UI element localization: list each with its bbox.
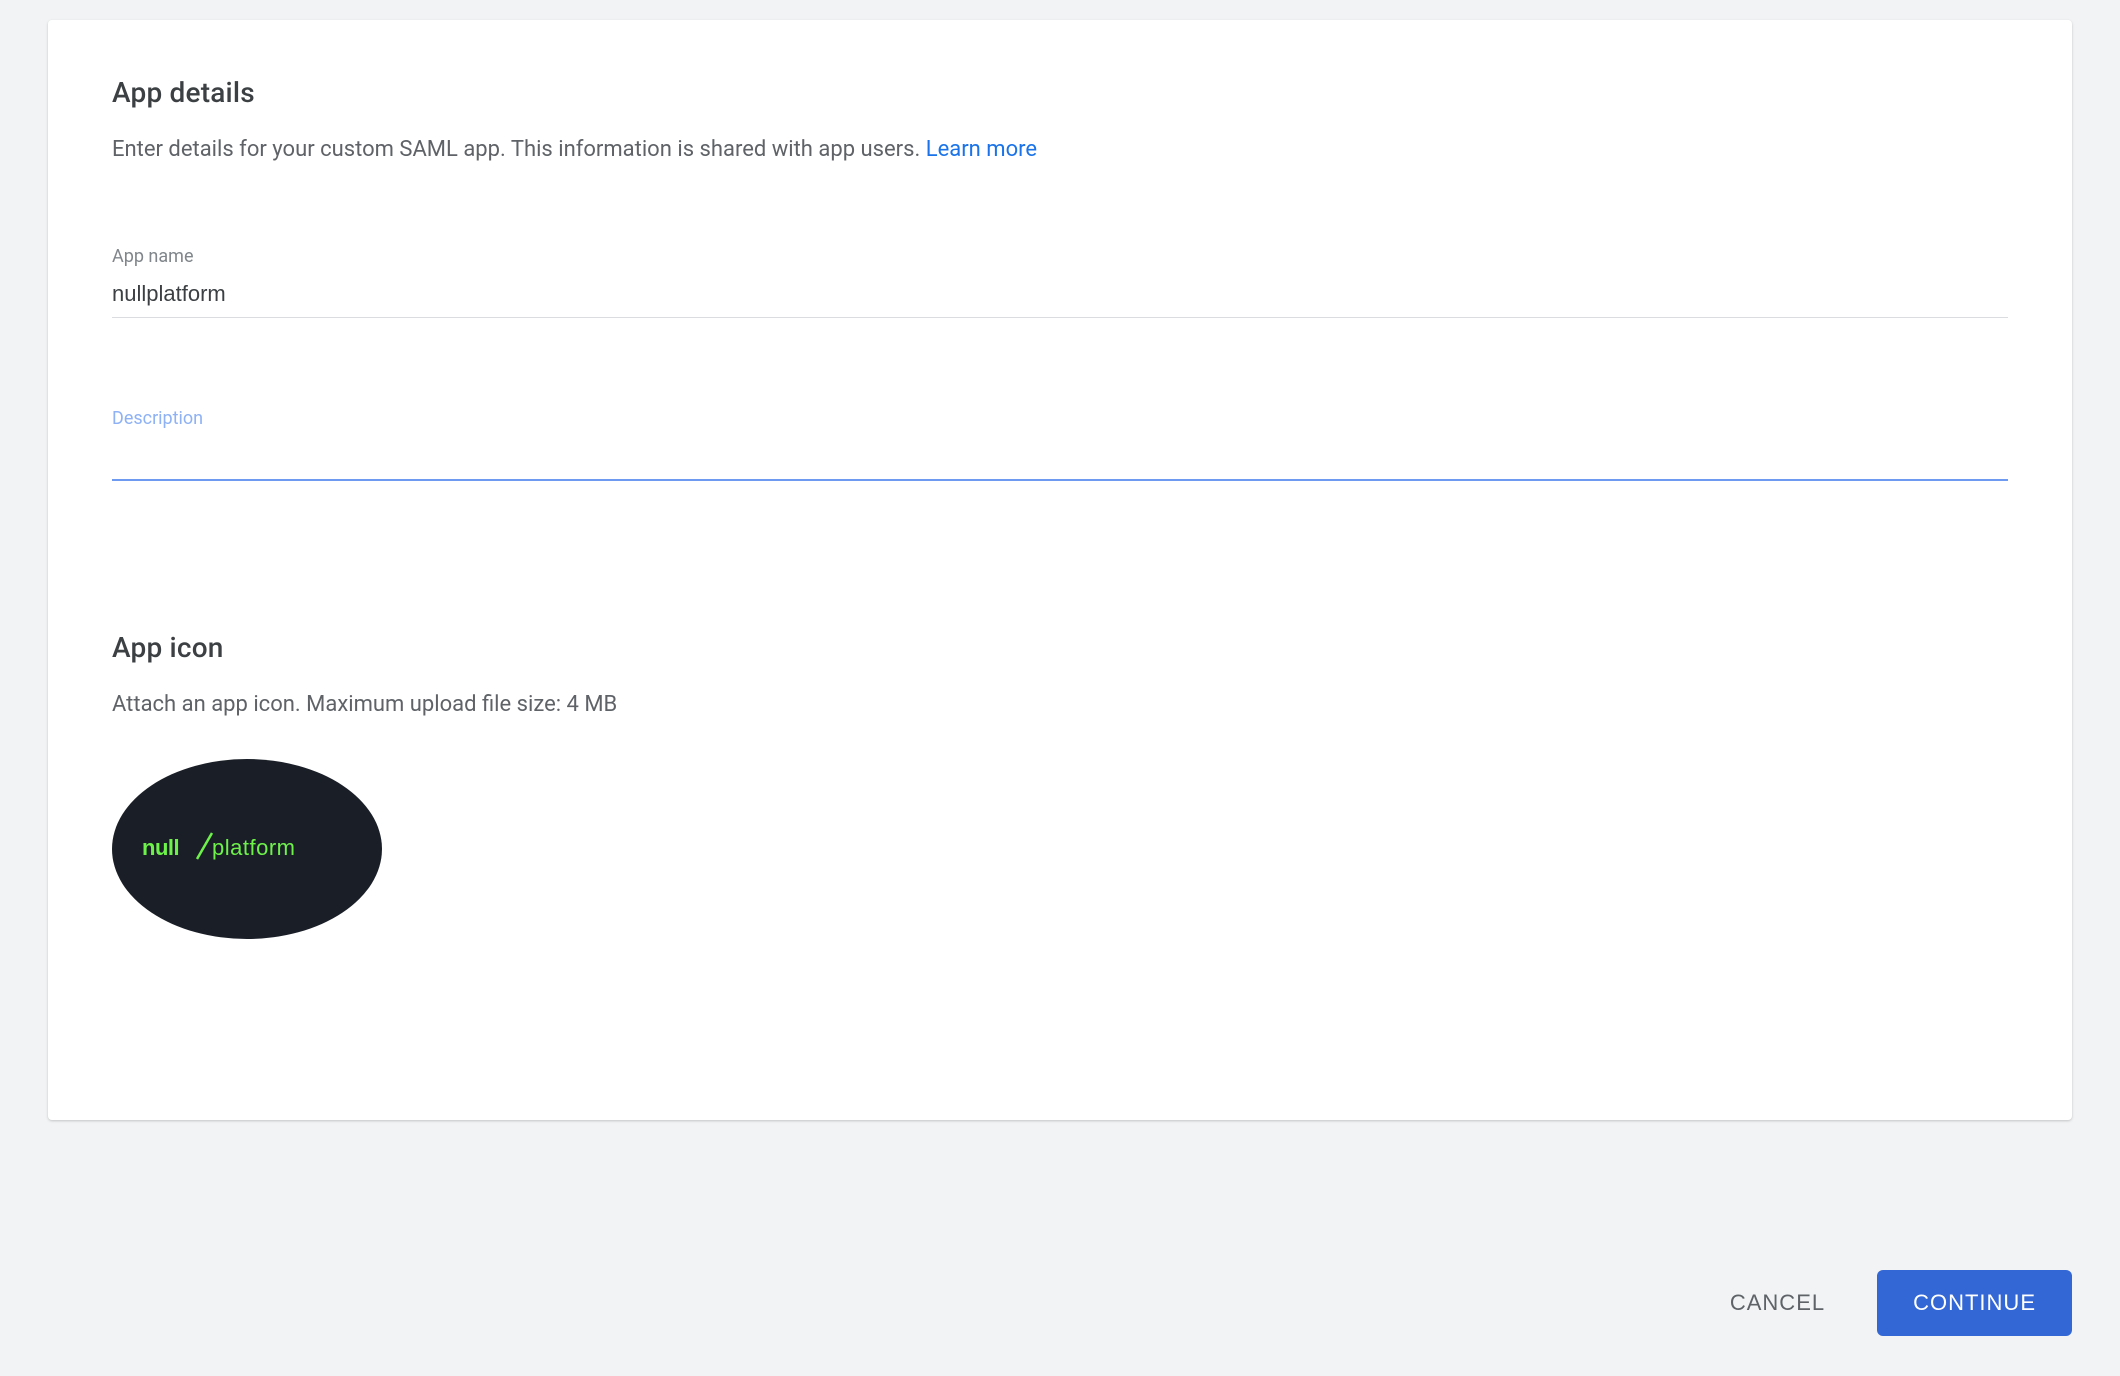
app-icon-preview[interactable]: null platform: [112, 759, 382, 939]
learn-more-link[interactable]: Learn more: [926, 137, 1037, 162]
section-title-app-details: App details: [112, 76, 2008, 109]
app-name-field-container: App name: [112, 246, 2008, 318]
continue-button[interactable]: CONTINUE: [1877, 1270, 2072, 1336]
subtitle-text: Enter details for your custom SAML app. …: [112, 137, 926, 162]
description-input[interactable]: [112, 437, 2008, 481]
description-label: Description: [112, 408, 2008, 429]
cancel-button[interactable]: CANCEL: [1718, 1274, 1837, 1332]
svg-text:platform: platform: [212, 835, 295, 860]
nullplatform-logo-icon: null platform: [142, 829, 352, 869]
section-subtitle-app-details: Enter details for your custom SAML app. …: [112, 133, 2008, 166]
footer-actions: CANCEL CONTINUE: [1718, 1270, 2072, 1336]
app-details-card: App details Enter details for your custo…: [48, 20, 2072, 1120]
app-icon-section: App icon Attach an app icon. Maximum upl…: [112, 631, 2008, 939]
app-name-label: App name: [112, 246, 2008, 267]
section-title-app-icon: App icon: [112, 631, 2008, 664]
app-name-input[interactable]: [112, 275, 2008, 318]
svg-text:null: null: [142, 835, 179, 860]
section-subtitle-app-icon: Attach an app icon. Maximum upload file …: [112, 688, 2008, 721]
description-field-container: Description: [112, 408, 2008, 481]
